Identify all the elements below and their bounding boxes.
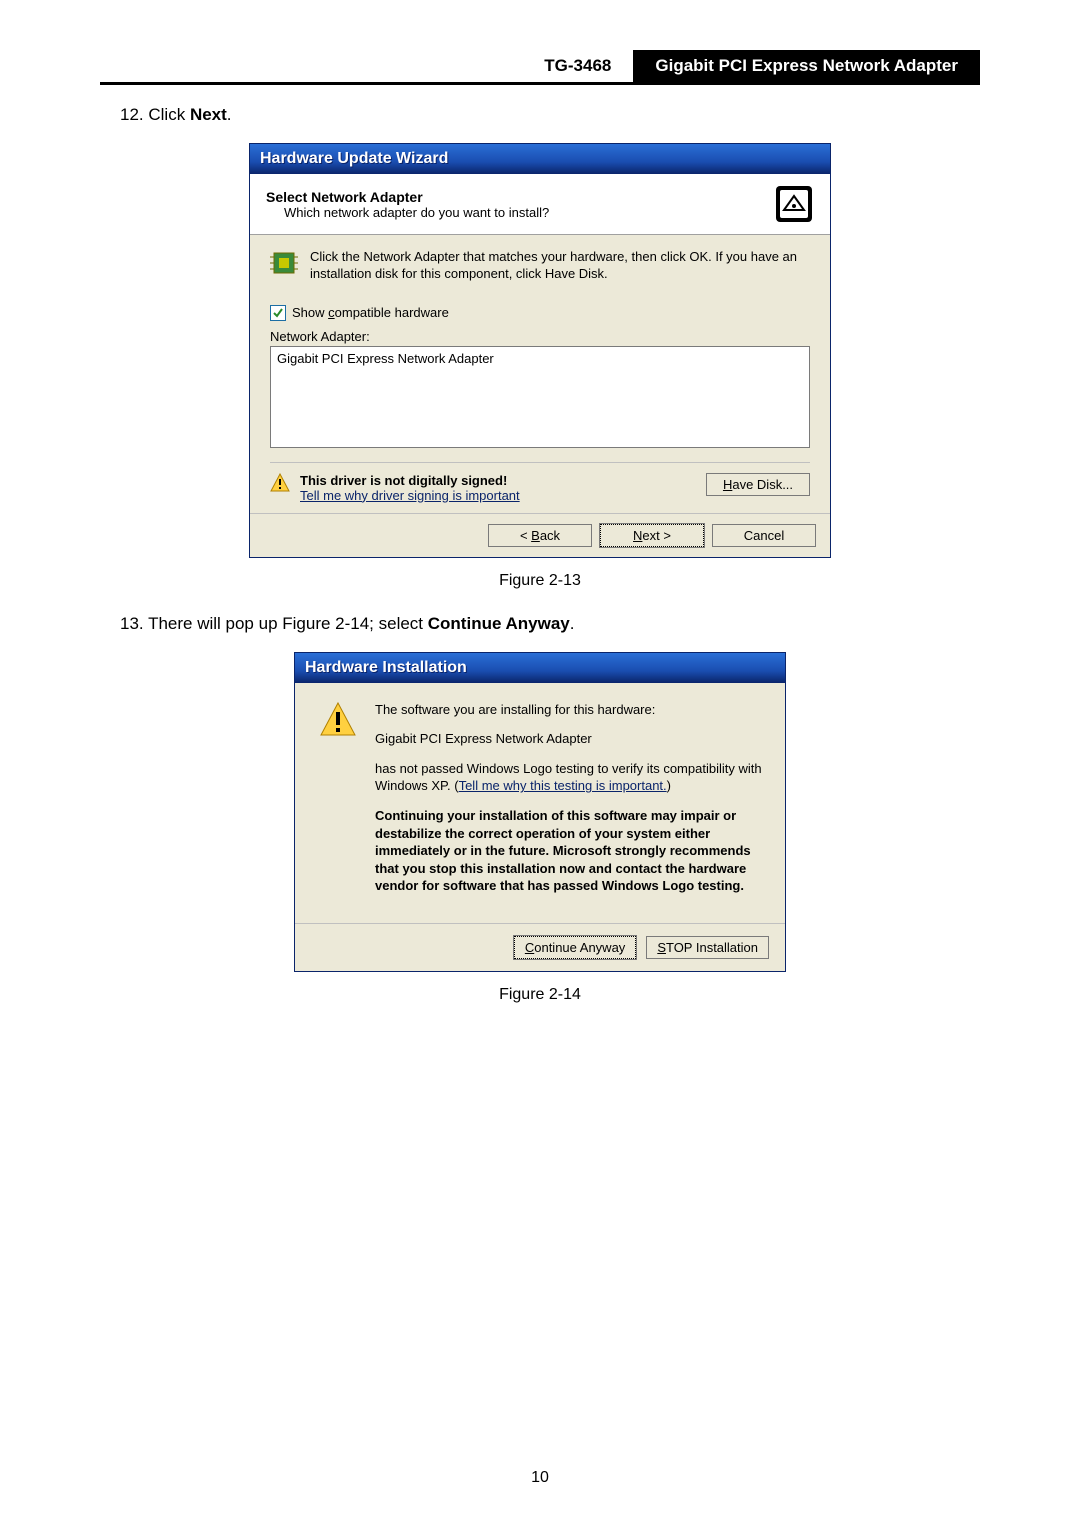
dialog-titlebar[interactable]: Hardware Update Wizard xyxy=(250,144,830,174)
dialog-header-area: Select Network Adapter Which network ada… xyxy=(250,174,830,235)
driver-signing-link[interactable]: Tell me why driver signing is important xyxy=(300,488,520,503)
signing-warning-row: This driver is not digitally signed! Tel… xyxy=(270,462,810,503)
warning-icon xyxy=(270,473,290,493)
network-adapter-icon xyxy=(774,184,814,224)
dialog-heading: Select Network Adapter xyxy=(266,189,549,205)
text-line-2: Gigabit PCI Express Network Adapter xyxy=(375,730,765,748)
figure-2-14-caption: Figure 2-14 xyxy=(100,986,980,1004)
step-text: There will pop up Figure 2-14; select xyxy=(148,614,428,633)
cancel-button[interactable]: Cancel xyxy=(712,524,816,547)
checkbox-label: Show compatible hardware xyxy=(292,305,449,320)
step-suffix: . xyxy=(570,614,575,633)
show-compatible-checkbox-row[interactable]: Show compatible hardware xyxy=(270,305,810,321)
compat-text-b: ) xyxy=(667,778,671,793)
list-item[interactable]: Gigabit PCI Express Network Adapter xyxy=(277,351,803,366)
warning-title: This driver is not digitally signed! xyxy=(300,473,520,488)
dialog-titlebar[interactable]: Hardware Installation xyxy=(295,653,785,683)
page-number: 10 xyxy=(0,1469,1080,1487)
info-text: Click the Network Adapter that matches y… xyxy=(310,249,810,283)
dialog-body: The software you are installing for this… xyxy=(295,683,785,923)
step-number: 12. xyxy=(120,105,144,124)
warning-left: This driver is not digitally signed! Tel… xyxy=(270,473,520,503)
have-disk-button[interactable]: Have Disk... xyxy=(706,473,810,496)
back-button[interactable]: < Back xyxy=(488,524,592,547)
step-number: 13. xyxy=(120,614,144,633)
warning-paragraph: Continuing your installation of this sof… xyxy=(375,807,765,895)
product-model: TG-3468 xyxy=(522,50,633,82)
network-adapter-listbox[interactable]: Gigabit PCI Express Network Adapter xyxy=(270,346,810,448)
testing-important-link[interactable]: Tell me why this testing is important. xyxy=(459,778,667,793)
hardware-update-wizard-dialog: Hardware Update Wizard Select Network Ad… xyxy=(249,143,831,558)
step-13-text: 13. There will pop up Figure 2-14; selec… xyxy=(120,614,980,634)
text-line-1: The software you are installing for this… xyxy=(375,701,765,719)
step-12-text: 12. Click Next. xyxy=(120,105,980,125)
continue-anyway-button[interactable]: Continue Anyway xyxy=(514,936,636,959)
step-bold: Next xyxy=(190,105,227,124)
chip-icon xyxy=(270,249,298,277)
step-suffix: . xyxy=(227,105,232,124)
dialog-heading-block: Select Network Adapter Which network ada… xyxy=(266,189,549,220)
warning-text-block: This driver is not digitally signed! Tel… xyxy=(300,473,520,503)
dialog-text: The software you are installing for this… xyxy=(375,701,765,907)
checkbox-icon[interactable] xyxy=(270,305,286,321)
dialog-footer: Continue Anyway STOP Installation xyxy=(295,923,785,971)
text-line-3: has not passed Windows Logo testing to v… xyxy=(375,760,765,795)
list-label: Network Adapter: xyxy=(270,329,810,344)
info-row: Click the Network Adapter that matches y… xyxy=(270,249,810,283)
hardware-installation-dialog: Hardware Installation The software you a… xyxy=(294,652,786,972)
dialog-subheading: Which network adapter do you want to ins… xyxy=(284,205,549,220)
dialog-body: Click the Network Adapter that matches y… xyxy=(250,235,830,513)
dialog-footer: < Back Next > Cancel xyxy=(250,513,830,557)
page-header: TG-3468 Gigabit PCI Express Network Adap… xyxy=(100,50,980,85)
stop-installation-button[interactable]: STOP Installation xyxy=(646,936,769,959)
step-bold: Continue Anyway xyxy=(428,614,570,633)
product-title: Gigabit PCI Express Network Adapter xyxy=(633,50,980,82)
step-text: Click xyxy=(148,105,190,124)
next-button[interactable]: Next > xyxy=(600,524,704,547)
figure-2-13-caption: Figure 2-13 xyxy=(100,572,980,590)
document-page: TG-3468 Gigabit PCI Express Network Adap… xyxy=(0,0,1080,1527)
warning-icon xyxy=(319,701,357,739)
